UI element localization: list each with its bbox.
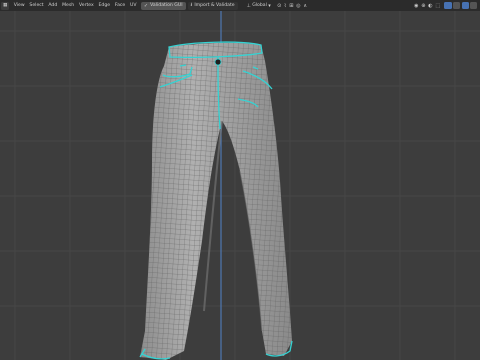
menu-vertex[interactable]: Vertex (77, 2, 97, 10)
snap-target-icon[interactable]: ⊞ (288, 3, 295, 9)
validation-icon: ✓ (143, 2, 149, 9)
menu-select[interactable]: Select (27, 2, 46, 10)
solid-shading-icon[interactable] (461, 2, 469, 9)
transform-orientation-dropdown[interactable]: ⊥ Global ▾ (244, 2, 274, 10)
import-validate-button[interactable]: ⭳ Import & Validate (187, 1, 238, 10)
editor-type-button[interactable]: ▦ (1, 1, 10, 10)
jeans-mesh[interactable] (130, 31, 300, 360)
gizmo-icon[interactable]: ⊕ (420, 3, 427, 9)
transform-orientation-label: Global (252, 3, 267, 8)
proportional-editing-icon[interactable]: ◎ (295, 3, 302, 9)
menu-edge[interactable]: Edge (96, 2, 112, 10)
menu-view[interactable]: View (11, 2, 27, 10)
viewport-shading-cluster: ◉ ⊕ ◐ ⬚ (413, 1, 477, 10)
wireframe-shading-icon[interactable] (453, 2, 460, 9)
chevron-down-icon: ▾ (268, 2, 271, 9)
transform-orientation-icon: ⊥ (246, 2, 251, 9)
validation-gui-label: Validation GUI (150, 3, 183, 8)
menu-uv[interactable]: UV (128, 2, 139, 10)
mesh-edit-overlays-icon[interactable]: ⬚ (434, 3, 442, 9)
menu-face[interactable]: Face (112, 2, 127, 10)
pivot-point-icon[interactable]: ⊙ (276, 3, 283, 9)
import-validate-label: Import & Validate (194, 3, 235, 8)
material-preview-icon[interactable] (470, 2, 477, 9)
menu-add[interactable]: Add (46, 2, 60, 10)
editor-type-icon: ▦ (3, 3, 8, 8)
overlays-icon[interactable]: ◐ (427, 3, 434, 9)
falloff-icon[interactable]: ∧ (302, 3, 308, 9)
visibility-icon[interactable]: ◉ (413, 3, 420, 9)
menu-mesh[interactable]: Mesh (60, 2, 77, 10)
viewport-header: ▦ View Select Add Mesh Vertex Edge Face … (0, 0, 480, 11)
validation-gui-button[interactable]: ✓ Validation GUI (140, 1, 186, 10)
xray-toggle-icon[interactable] (443, 2, 452, 9)
3d-viewport[interactable] (0, 11, 480, 360)
import-validate-icon: ⭳ (190, 1, 193, 8)
viewport-canvas[interactable] (0, 11, 480, 360)
jeans-button (214, 58, 222, 66)
